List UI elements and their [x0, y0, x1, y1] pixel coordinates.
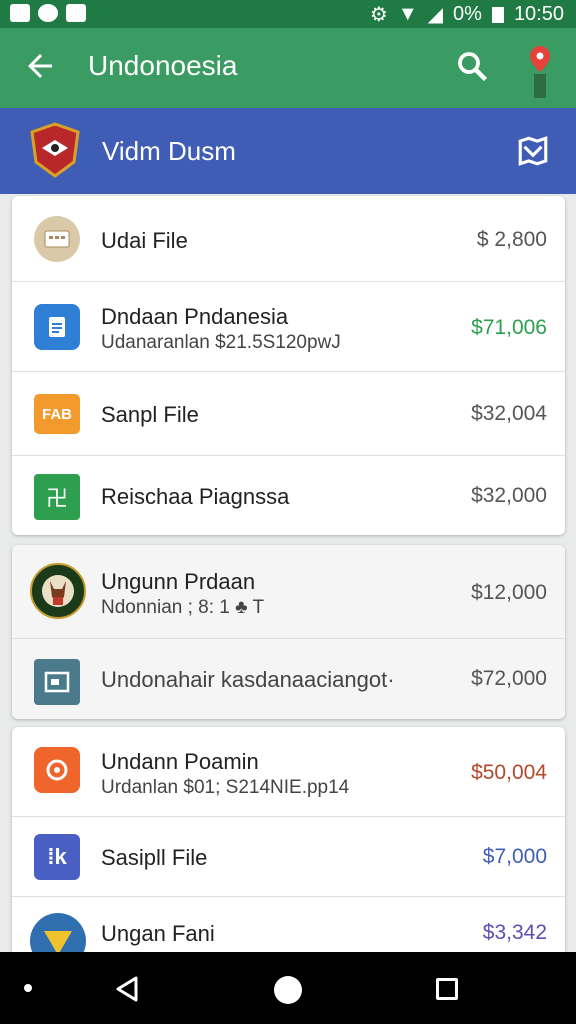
audio-icon [34, 747, 80, 793]
file-name: Sasipll File [101, 845, 208, 870]
list-item[interactable]: Ungunn Prdaan Ndonnian ; 8: 1 ♣ T $12,00… [12, 545, 565, 639]
wifi-icon: ▼ [397, 3, 418, 25]
file-amount: $50,004 [471, 761, 547, 784]
section-header: Vidm Dusm [0, 108, 576, 194]
clock: 10:50 [513, 3, 564, 25]
file-list-card-1: Udai File $ 2,800 Dndaan Pndanesia Udana… [12, 196, 565, 535]
file-amount: $3,342 [482, 921, 547, 944]
file-details: Urdanlan $01; S214NIE.pp14 [101, 777, 350, 798]
keyboard-icon [34, 216, 80, 262]
file-name: Undann Poamin [101, 749, 259, 774]
folder-icon-label: FAB [42, 405, 72, 423]
file-list-card-3: Undann Poamin Urdanlan $01; S214NIE.pp14… [12, 727, 565, 967]
file-list-card-2: Ungunn Prdaan Ndonnian ; 8: 1 ♣ T $12,00… [12, 545, 565, 719]
gallery-notification-icon [10, 4, 30, 22]
section-title: Vidm Dusm [102, 136, 236, 166]
emblem-icon [30, 122, 80, 178]
location-pin-icon[interactable] [520, 42, 560, 102]
file-name: Reischaa Piagnssa [101, 484, 290, 509]
battery-percent: 0% [453, 3, 482, 25]
nav-recents-icon[interactable] [436, 978, 458, 1000]
file-amount: $32,000 [471, 484, 547, 507]
list-item[interactable]: ⁞k Sasipll File $7,000 [12, 817, 565, 897]
signal-icon: ◢ [427, 4, 444, 26]
alarm-icon: ⚙ [369, 4, 388, 26]
code-icon: ⁞k [34, 834, 80, 880]
folder-icon: FAB [34, 394, 80, 434]
file-details: Udanaranlan $21.5S120pwJ [101, 332, 341, 353]
app-bar: Undonoesia [0, 28, 576, 108]
search-icon[interactable] [454, 48, 490, 84]
nav-home-icon[interactable] [274, 976, 302, 1004]
file-amount: $7,000 [482, 845, 547, 868]
file-name: Dndaan Pndanesia [101, 304, 289, 329]
back-arrow-icon[interactable] [22, 48, 58, 84]
file-amount: $71,006 [471, 316, 547, 339]
file-amount: $32,004 [471, 402, 547, 425]
app-title: Undonoesia [88, 50, 238, 81]
message-notification-icon [66, 4, 86, 22]
list-item[interactable]: Undann Poamin Urdanlan $01; S214NIE.pp14… [12, 727, 565, 817]
presentation-icon [34, 659, 80, 705]
file-name: Undonahair kasdanaaciangot· [101, 667, 395, 692]
file-amount: $ 2,800 [476, 228, 547, 251]
file-name: Udai File [101, 228, 188, 253]
list-item[interactable]: Udai File $ 2,800 [12, 196, 565, 282]
app-notification-icon [38, 4, 58, 22]
spreadsheet-icon: 卍 [34, 474, 80, 520]
file-name: Sanpl File [101, 402, 199, 427]
system-navigation-bar [0, 952, 576, 1024]
list-item[interactable]: FAB Sanpl File $32,004 [12, 372, 565, 456]
list-item[interactable]: 卍 Reischaa Piagnssa $32,000 [12, 456, 565, 535]
code-icon-glyph: ⁞k [47, 844, 67, 869]
list-item[interactable]: Dndaan Pndanesia Udanaranlan $21.5S120pw… [12, 282, 565, 372]
document-icon [34, 304, 80, 350]
file-amount: $72,000 [471, 667, 547, 690]
map-icon[interactable] [516, 134, 550, 168]
list-item[interactable]: Undonahair kasdanaaciangot· $72,000 [12, 639, 565, 719]
file-name: Ungan Fani [101, 921, 215, 946]
notification-icons [10, 4, 86, 22]
battery-icon [491, 6, 504, 23]
file-name: Ungunn Prdaan [101, 569, 256, 594]
spreadsheet-icon-glyph: 卍 [45, 486, 68, 511]
status-bar: ⚙ ▼ ◢ 0% 10:50 [0, 0, 576, 28]
emblem-icon [30, 563, 86, 619]
file-details: Ndonnian ; 8: 1 ♣ T [101, 597, 265, 618]
file-amount: $12,000 [471, 581, 547, 604]
nav-back-icon[interactable] [112, 974, 142, 1004]
nav-dot-icon [24, 984, 32, 992]
